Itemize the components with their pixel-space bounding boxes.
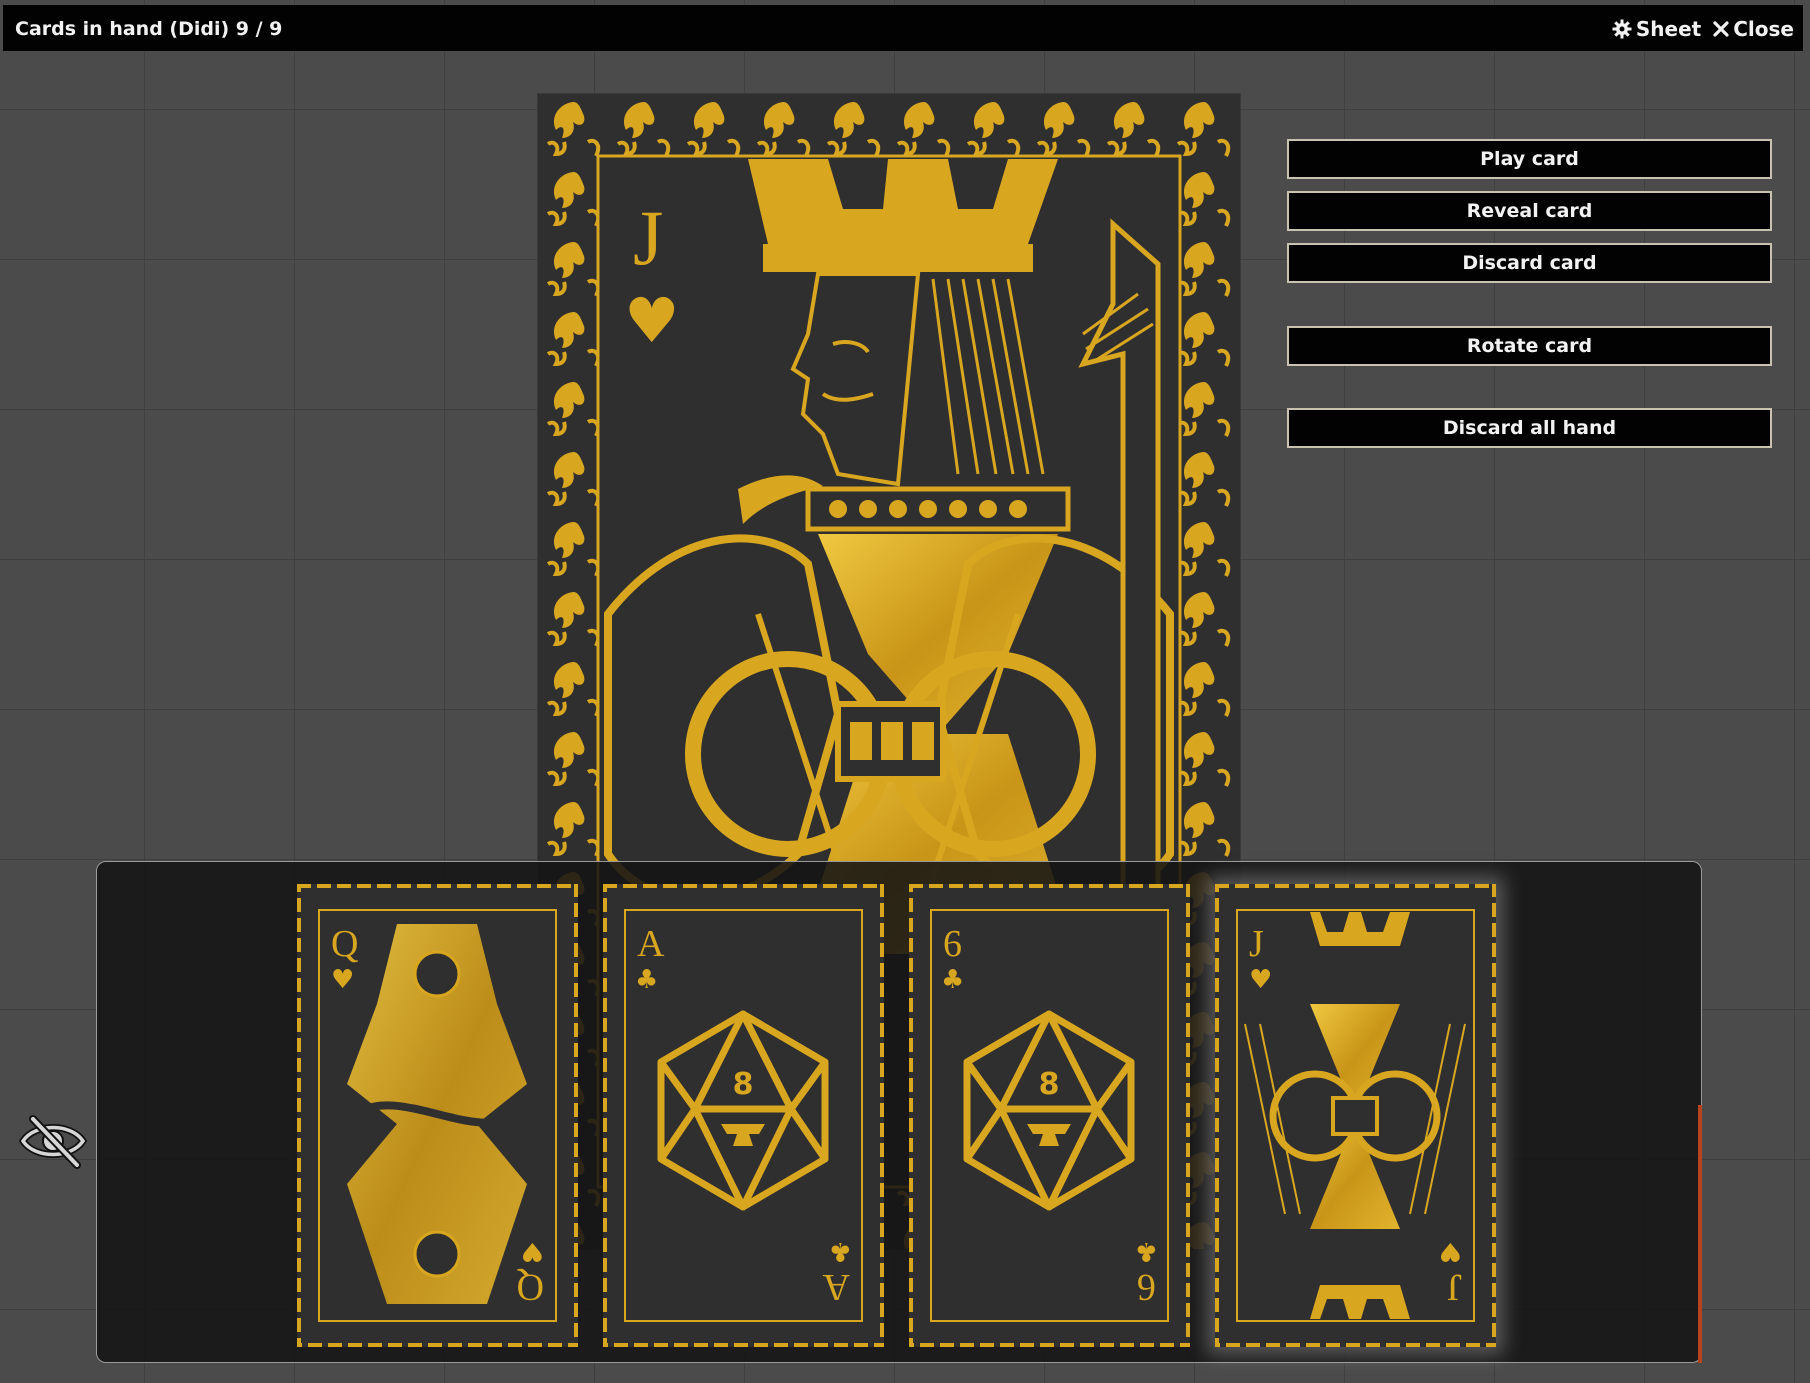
toggle-visibility-button[interactable] bbox=[18, 1113, 88, 1169]
card-rank-mirror: Q bbox=[517, 1266, 544, 1308]
reveal-card-button[interactable]: Reveal card bbox=[1287, 191, 1772, 231]
card-suit-mirror: ♣ bbox=[829, 1236, 852, 1266]
card-suit-mirror: ♥ bbox=[1439, 1236, 1462, 1266]
card-rank-mirror: A bbox=[822, 1266, 850, 1308]
svg-text:♥: ♥ bbox=[624, 284, 680, 357]
die-number: 8 bbox=[1039, 1067, 1060, 1102]
hand-card-ace-of-clubs[interactable]: A ♣ A ♣ 8 bbox=[603, 884, 884, 1347]
window-titlebar: Cards in hand (Didi) 9 / 9 Sheet Close bbox=[3, 5, 1803, 51]
hand-scrollbar[interactable] bbox=[1698, 1105, 1702, 1363]
die-number: 8 bbox=[733, 1067, 754, 1102]
window-title: Cards in hand (Didi) 9 / 9 bbox=[15, 18, 283, 40]
card-rank-mirror: J bbox=[1447, 1266, 1462, 1308]
card-suit-mirror: ♣ bbox=[1135, 1236, 1158, 1266]
play-card-button[interactable]: Play card bbox=[1287, 139, 1772, 179]
svg-text:J: J bbox=[633, 194, 663, 281]
discard-all-hand-button[interactable]: Discard all hand bbox=[1287, 408, 1772, 448]
card-suit: ♥ bbox=[331, 965, 354, 995]
card-rank: J bbox=[1249, 923, 1264, 965]
close-label: Close bbox=[1733, 17, 1794, 41]
hand-card-queen-of-hearts[interactable]: Q ♥ Q ♥ bbox=[297, 884, 578, 1347]
sheet-button[interactable]: Sheet bbox=[1612, 17, 1701, 41]
hand-card-jack-of-hearts[interactable]: J ♥ J ♥ bbox=[1215, 884, 1496, 1347]
card-face-art: Q ♥ Q ♥ bbox=[297, 884, 578, 1347]
card-face-art: J ♥ J ♥ bbox=[1215, 884, 1496, 1347]
card-rank-mirror: 6 bbox=[1137, 1266, 1156, 1308]
card-rank: 6 bbox=[943, 923, 962, 965]
card-face-art: A ♣ A ♣ 8 bbox=[603, 884, 884, 1347]
card-suit: ♥ bbox=[1249, 965, 1272, 995]
gear-icon bbox=[1612, 19, 1632, 39]
title-actions: Sheet Close bbox=[1612, 17, 1794, 41]
card-suit: ♣ bbox=[941, 965, 964, 995]
discard-card-button[interactable]: Discard card bbox=[1287, 243, 1772, 283]
sheet-label: Sheet bbox=[1635, 17, 1702, 41]
card-suit-mirror: ♥ bbox=[521, 1236, 544, 1266]
card-rank: A bbox=[637, 923, 665, 965]
hand-card-six-of-clubs[interactable]: 6 ♣ 6 ♣ 8 bbox=[909, 884, 1190, 1347]
close-button[interactable]: Close bbox=[1713, 17, 1794, 41]
close-icon bbox=[1713, 21, 1729, 37]
card-rank: Q bbox=[331, 923, 358, 965]
card-suit: ♣ bbox=[635, 965, 658, 995]
eye-slash-icon bbox=[18, 1115, 88, 1169]
rotate-card-button[interactable]: Rotate card bbox=[1287, 326, 1772, 366]
card-face-art: 6 ♣ 6 ♣ 8 bbox=[909, 884, 1190, 1347]
